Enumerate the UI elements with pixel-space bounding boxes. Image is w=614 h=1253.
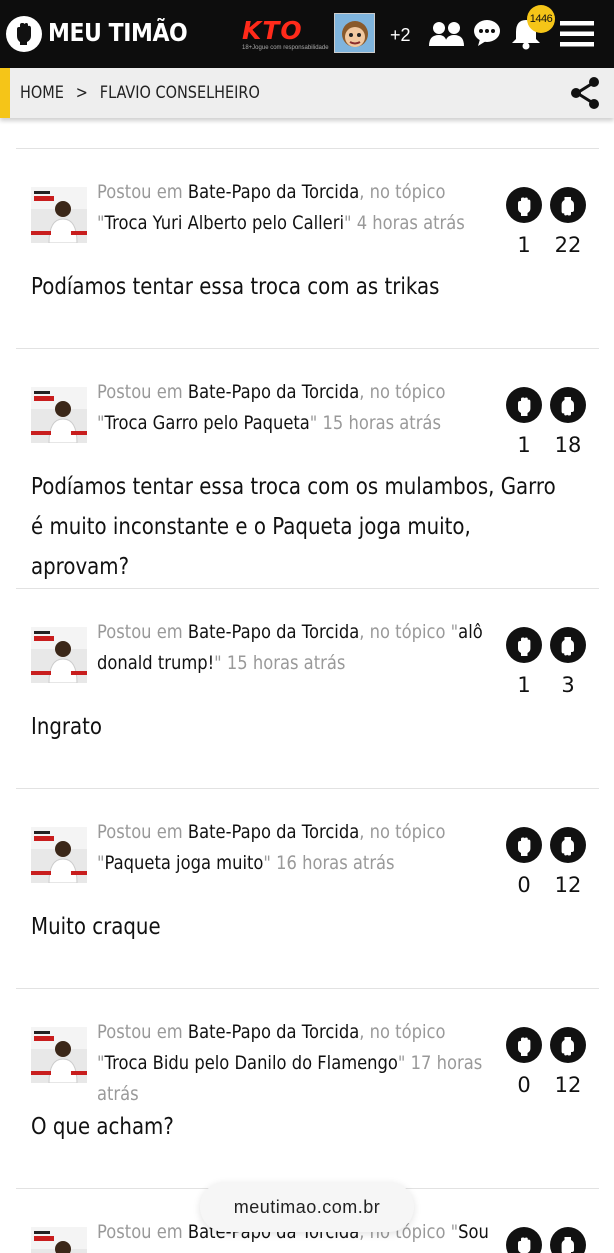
- post-meta-prefix: Postou em: [97, 181, 188, 203]
- post-body: Ingrato: [31, 714, 103, 740]
- post-topic-link[interactable]: Troca Yuri Alberto pelo Calleri: [105, 212, 344, 234]
- post-meta: Postou em Bate-Papo da Torcida, no tópic…: [97, 177, 493, 239]
- downvote-count: 18: [554, 433, 582, 457]
- post-item: Postou em Bate-Papo da Torcida, no tópic…: [16, 148, 599, 348]
- post-meta-suffix: ": [263, 852, 271, 874]
- post-author-avatar[interactable]: [31, 187, 87, 243]
- post-timestamp: 16 horas atrás: [276, 852, 395, 874]
- post-meta-prefix: Postou em: [97, 821, 188, 843]
- post-votes: 0 12: [503, 827, 593, 907]
- post-item: Postou em Bate-Papo da Torcida, no tópic…: [16, 988, 599, 1188]
- thumbs-up-fist-icon[interactable]: [506, 1027, 542, 1063]
- post-author-avatar[interactable]: [31, 1027, 87, 1083]
- notification-count-badge[interactable]: 1446: [527, 5, 555, 33]
- browser-url-bar[interactable]: meutimao.com.br: [200, 1182, 414, 1232]
- post-item: Postou em Bate-Papo da Torcida, no tópic…: [16, 588, 599, 788]
- post-votes: 13: [503, 627, 593, 707]
- thumbs-down-fist-icon[interactable]: [550, 627, 586, 663]
- thumbs-up-fist-icon[interactable]: [506, 187, 542, 223]
- post-body: Muito craque: [31, 914, 161, 940]
- post-forum-link[interactable]: Bate-Papo da Torcida: [188, 181, 359, 203]
- post-meta: Postou em Bate-Papo da Torcida, no tópic…: [97, 817, 493, 879]
- post-forum-link[interactable]: Bate-Papo da Torcida: [188, 621, 359, 643]
- upvote-count: 0: [517, 1073, 531, 1097]
- downvote-count: 12: [554, 1073, 582, 1097]
- upvote-count: 0: [517, 873, 531, 897]
- post-topic-link[interactable]: Sou: [458, 1221, 489, 1243]
- post-timestamp: 15 horas atrás: [322, 412, 441, 434]
- post-topic-link[interactable]: Paqueta joga muito: [105, 852, 264, 874]
- site-title[interactable]: MEU TIMÃO: [48, 18, 188, 47]
- upvote-count: 1: [517, 673, 531, 697]
- sponsor-tagline: 18+Jogue com responsabilidade: [242, 45, 329, 51]
- sponsor-name: KTO: [242, 16, 303, 45]
- breadcrumb: HOME > FLAVIO CONSELHEIRO: [0, 68, 614, 118]
- post-votes: 1 18: [503, 387, 593, 467]
- post-timestamp: 4 horas atrás: [356, 212, 465, 234]
- chat-icon[interactable]: [472, 18, 502, 48]
- thumbs-up-fist-icon[interactable]: [506, 827, 542, 863]
- thumbs-down-fist-icon[interactable]: [550, 827, 586, 863]
- post-body: O que acham?: [31, 1114, 174, 1140]
- thumbs-up-fist-icon[interactable]: [506, 387, 542, 423]
- post-votes: 0 12: [503, 1027, 593, 1107]
- post-author-avatar[interactable]: [31, 1227, 87, 1253]
- downvote-count: 12: [554, 873, 582, 897]
- post-topic-link[interactable]: Troca Bidu pelo Danilo do Flamengo: [105, 1052, 398, 1074]
- menu-icon[interactable]: [558, 18, 596, 50]
- post-votes: [503, 1227, 593, 1253]
- post-meta: Postou em Bate-Papo da Torcida, no tópic…: [97, 377, 493, 439]
- post-item: Postou em Bate-Papo da Torcida, no tópic…: [16, 788, 599, 988]
- post-meta-suffix: ": [214, 652, 222, 674]
- users-icon[interactable]: [428, 20, 466, 48]
- post-meta-mid: , no tópico ": [359, 621, 459, 643]
- post-meta: Postou em Bate-Papo da Torcida, no tópic…: [97, 617, 493, 679]
- post-forum-link[interactable]: Bate-Papo da Torcida: [188, 821, 359, 843]
- post-meta-prefix: Postou em: [97, 1021, 188, 1043]
- thumbs-up-fist-icon[interactable]: [506, 1227, 542, 1253]
- downvote-count: 3: [561, 673, 575, 697]
- post-body: Podíamos tentar essa troca com os mulamb…: [31, 474, 556, 580]
- breadcrumb-current: FLAVIO CONSELHEIRO: [99, 83, 260, 103]
- post-author-avatar[interactable]: [31, 627, 87, 683]
- post-meta-prefix: Postou em: [97, 1221, 188, 1243]
- top-header: MEU TIMÃO KTO 18+Jogue com responsabilid…: [0, 0, 614, 68]
- post-forum-link[interactable]: Bate-Papo da Torcida: [188, 1021, 359, 1043]
- fist-logo-icon[interactable]: [6, 16, 42, 52]
- thumbs-down-fist-icon[interactable]: [550, 1227, 586, 1253]
- thumbs-down-fist-icon[interactable]: [550, 187, 586, 223]
- breadcrumb-separator: >: [75, 83, 88, 103]
- downvote-count: 22: [554, 233, 582, 257]
- post-author-avatar[interactable]: [31, 827, 87, 883]
- post-topic-link[interactable]: Troca Garro pelo Paqueta: [105, 412, 310, 434]
- post-meta-suffix: ": [343, 212, 352, 234]
- post-meta-suffix: ": [309, 412, 318, 434]
- sponsor-logo[interactable]: KTO 18+Jogue com responsabilidade: [240, 16, 329, 56]
- post-meta: Postou em Bate-Papo da Torcida, no tópic…: [97, 1017, 493, 1110]
- post-meta-prefix: Postou em: [97, 381, 188, 403]
- post-author-avatar[interactable]: [31, 387, 87, 443]
- post-item: Postou em Bate-Papo da Torcida, no tópic…: [16, 348, 599, 588]
- thumbs-down-fist-icon[interactable]: [550, 387, 586, 423]
- thumbs-up-fist-icon[interactable]: [506, 627, 542, 663]
- post-meta-suffix: ": [397, 1052, 406, 1074]
- share-icon[interactable]: [568, 76, 602, 110]
- upvote-count: 1: [517, 233, 531, 257]
- user-avatar[interactable]: [334, 13, 375, 53]
- upvote-count: 1: [517, 433, 531, 457]
- extra-avatars-count[interactable]: +2: [390, 25, 411, 46]
- post-meta-prefix: Postou em: [97, 621, 188, 643]
- breadcrumb-home-link[interactable]: HOME: [20, 83, 64, 103]
- post-body: Podíamos tentar essa troca com as trikas: [31, 274, 440, 300]
- post-timestamp: 15 horas atrás: [226, 652, 346, 674]
- post-votes: 1 22: [503, 187, 593, 267]
- post-forum-link[interactable]: Bate-Papo da Torcida: [188, 381, 359, 403]
- thumbs-down-fist-icon[interactable]: [550, 1027, 586, 1063]
